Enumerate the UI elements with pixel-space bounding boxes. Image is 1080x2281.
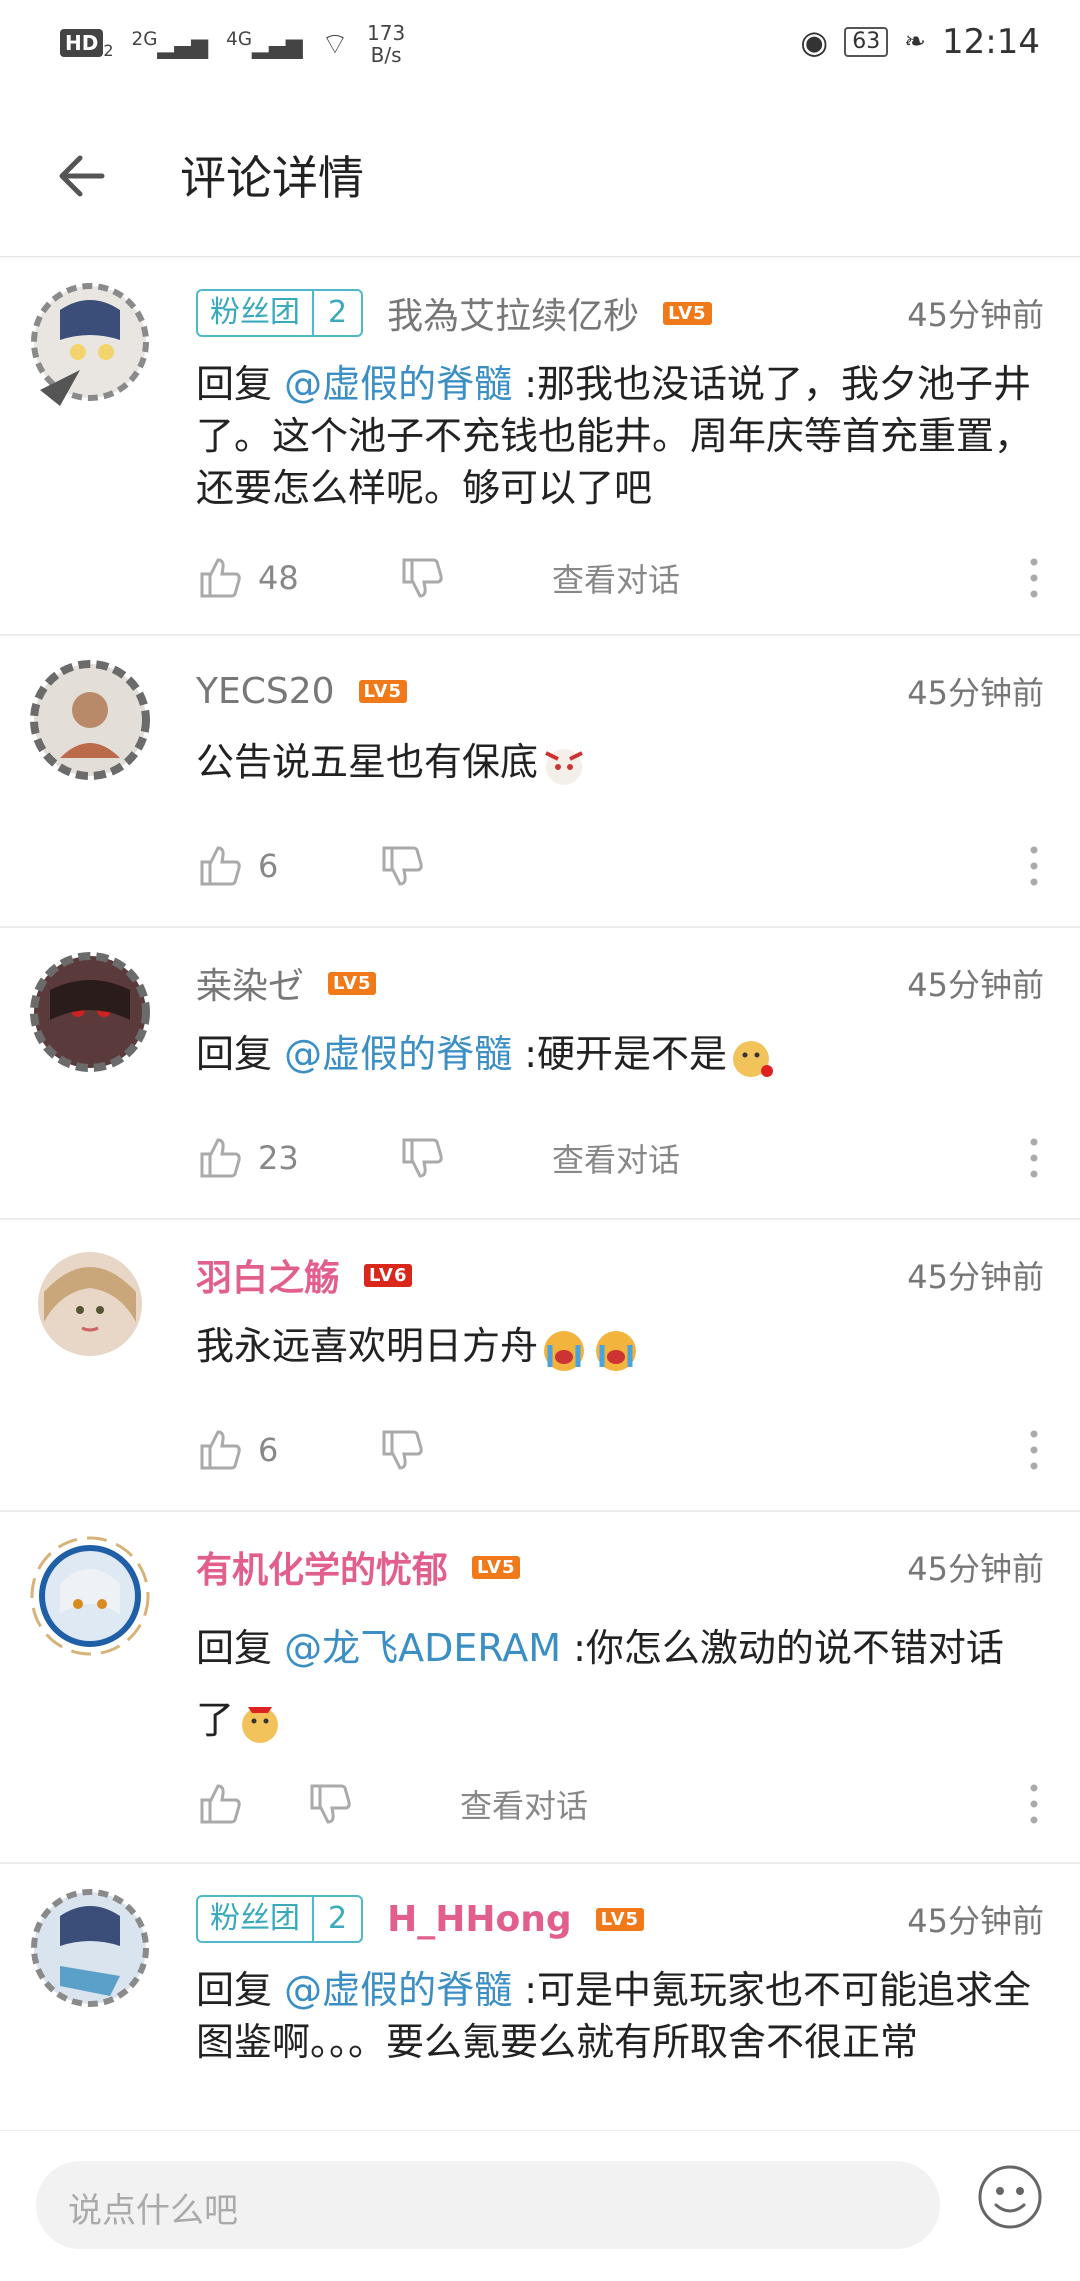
dislike-icon[interactable]	[378, 842, 426, 890]
comment-item: 粉丝团 2 我為艾拉续亿秒 LV5 45分钟前 回复 @虚假的脊髓 :那我也没话说…	[0, 258, 1080, 636]
comment-time: 45分钟前	[907, 966, 1044, 1004]
leaf-icon: ❧	[904, 27, 927, 57]
back-arrow-icon[interactable]	[52, 146, 112, 206]
comment-meta: 桒染ゼ LV5 45分钟前	[196, 958, 1044, 1008]
dislike-icon[interactable]	[378, 1426, 426, 1474]
doge-emoji	[242, 1706, 279, 1743]
comment-text: 公告说五星也有保底	[196, 736, 1040, 791]
level-badge: LV5	[328, 971, 377, 995]
comment-actions: 6	[196, 836, 1040, 896]
clock: 12:14	[942, 22, 1040, 62]
username[interactable]: H_HHong	[387, 1899, 572, 1940]
emoji-icon[interactable]	[976, 2163, 1044, 2231]
comment-actions: 查看对话	[196, 1774, 1040, 1834]
eye-icon: ◉	[800, 23, 829, 61]
more-options-icon[interactable]	[1028, 842, 1040, 890]
network-speed: 173 B/s	[367, 21, 406, 67]
comment-meta: YECS20 LV5 45分钟前	[196, 666, 1044, 716]
dislike-icon[interactable]	[398, 1134, 446, 1182]
level-badge: LV5	[358, 679, 407, 703]
like-icon[interactable]	[196, 1780, 244, 1828]
view-conversation-link[interactable]: 查看对话	[552, 1135, 680, 1181]
username[interactable]: 有机化学的忧郁	[196, 1541, 448, 1593]
doge-rose-emoji	[733, 1040, 773, 1077]
comment-actions: 23 查看对话	[196, 1128, 1040, 1188]
comment-time: 45分钟前	[907, 296, 1044, 334]
like-count: 6	[258, 1431, 279, 1469]
username[interactable]: 我為艾拉续亿秒	[387, 287, 639, 339]
user-avatar[interactable]	[20, 1876, 160, 2016]
level-badge: LV5	[595, 1907, 645, 1931]
signal-icon-4g: 4G▂▄▆	[226, 28, 303, 60]
mention-link[interactable]: @虚假的脊髓	[284, 362, 512, 406]
wifi-icon: ⌔	[320, 27, 350, 62]
crying-emoji	[544, 1330, 585, 1371]
comment-input-placeholder: 说点什么吧	[68, 2191, 238, 2231]
comment-list[interactable]: 粉丝团 2 我為艾拉续亿秒 LV5 45分钟前 回复 @虚假的脊髓 :那我也没话说…	[0, 258, 1080, 2128]
like-count: 48	[258, 559, 299, 597]
like-icon[interactable]	[196, 554, 244, 602]
more-options-icon[interactable]	[1028, 1780, 1040, 1828]
level-badge: LV5	[663, 301, 712, 325]
user-avatar[interactable]	[20, 940, 160, 1080]
comment-input[interactable]: 说点什么吧	[36, 2161, 940, 2249]
app-header: 评论详情	[0, 96, 1080, 257]
comment-meta: 粉丝团 2 我為艾拉续亿秒 LV5 45分钟前	[196, 288, 1044, 338]
dislike-icon[interactable]	[398, 554, 446, 602]
user-avatar[interactable]	[20, 1232, 160, 1372]
user-avatar[interactable]	[20, 1524, 160, 1664]
fan-club-badge[interactable]: 粉丝团 2	[196, 289, 364, 337]
comment-actions: 6	[196, 1420, 1040, 1480]
level-badge: LV6	[364, 1263, 413, 1287]
user-avatar[interactable]	[20, 270, 160, 410]
comment-meta: 有机化学的忧郁 LV5 45分钟前	[196, 1542, 1044, 1592]
mention-link[interactable]: @虚假的脊髓	[284, 1032, 512, 1076]
battery-indicator: 63	[844, 27, 889, 57]
comment-time: 45分钟前	[907, 674, 1044, 712]
mention-link[interactable]: @龙飞ADERAM	[284, 1626, 561, 1670]
comment-time: 45分钟前	[907, 1550, 1044, 1588]
dislike-icon[interactable]	[306, 1780, 354, 1828]
comment-item: 桒染ゼ LV5 45分钟前 回复 @虚假的脊髓 :硬开是不是 23 查看对话	[0, 928, 1080, 1220]
comment-time: 45分钟前	[907, 1258, 1044, 1296]
comment-input-bar: 说点什么吧	[0, 2130, 1080, 2281]
comment-meta: 粉丝团 2 H_HHong LV5 45分钟前	[196, 1894, 1044, 1944]
more-options-icon[interactable]	[1028, 1134, 1040, 1182]
like-count: 23	[258, 1139, 299, 1177]
comment-text: 我永远喜欢明日方舟	[196, 1320, 1040, 1375]
comment-time: 45分钟前	[907, 1902, 1044, 1940]
like-count: 6	[258, 847, 279, 885]
fan-club-badge[interactable]: 粉丝团 2	[196, 1895, 364, 1943]
comment-text: 回复 @龙飞ADERAM :你怎么激动的说不错对话了	[196, 1612, 1040, 1756]
username[interactable]: YECS20	[196, 671, 335, 712]
hd-indicator: HD 2	[60, 27, 114, 61]
level-badge: LV5	[472, 1555, 521, 1579]
username[interactable]: 羽白之觞	[196, 1249, 340, 1301]
comment-item: YECS20 LV5 45分钟前 公告说五星也有保底 6	[0, 636, 1080, 928]
signal-icon-2g: 2G▂▄▆	[131, 28, 209, 60]
page-title: 评论详情	[180, 151, 364, 205]
comment-item: 有机化学的忧郁 LV5 45分钟前 回复 @龙飞ADERAM :你怎么激动的说不…	[0, 1512, 1080, 1864]
comment-text: 回复 @虚假的脊髓 :可是中氪玩家也不可能追求全图鉴啊。。。要么氪要么就有所取舍…	[196, 1968, 1031, 2064]
comment-meta: 羽白之觞 LV6 45分钟前	[196, 1250, 1044, 1300]
view-conversation-link[interactable]: 查看对话	[460, 1781, 588, 1827]
crying-emoji	[596, 1330, 637, 1371]
like-icon[interactable]	[196, 1426, 244, 1474]
like-icon[interactable]	[196, 1134, 244, 1182]
like-icon[interactable]	[196, 842, 244, 890]
more-options-icon[interactable]	[1028, 554, 1040, 602]
mention-link[interactable]: @虚假的脊髓	[284, 1968, 512, 2012]
comment-item: 羽白之觞 LV6 45分钟前 我永远喜欢明日方舟 6	[0, 1220, 1080, 1512]
user-avatar[interactable]	[20, 648, 160, 788]
comment-text: 回复 @虚假的脊髓 :那我也没话说了，我夕池子井了。这个池子不充钱也能井。周年庆…	[196, 362, 1033, 510]
username[interactable]: 桒染ゼ	[196, 957, 304, 1009]
sticker-emoji	[545, 748, 583, 785]
comment-actions: 48 查看对话	[196, 548, 1040, 608]
comment-item: 粉丝团 2 H_HHong LV5 45分钟前 回复 @虚假的脊髓 :可是中氪玩家…	[0, 1864, 1080, 2128]
comment-text: 回复 @虚假的脊髓 :硬开是不是	[196, 1028, 1040, 1083]
view-conversation-link[interactable]: 查看对话	[552, 555, 680, 601]
status-bar: HD 2 2G▂▄▆ 4G▂▄▆ ⌔ 173 B/s ◉ 63 ❧ 12:14	[0, 0, 1080, 96]
more-options-icon[interactable]	[1028, 1426, 1040, 1474]
